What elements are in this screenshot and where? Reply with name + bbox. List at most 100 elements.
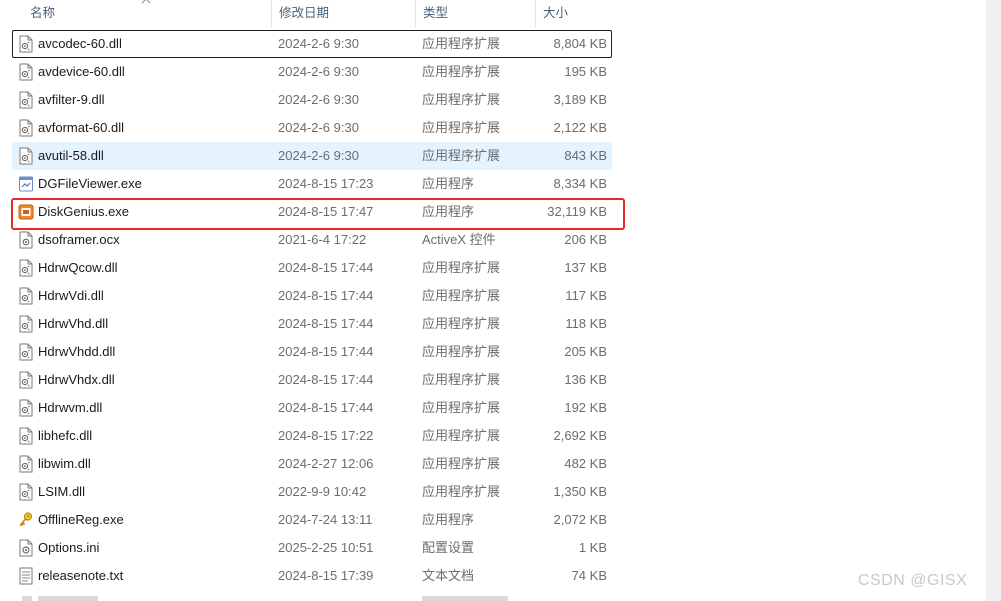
file-name: DiskGenius.exe [38,204,130,219]
txt-file-icon [18,567,34,585]
file-type: 应用程序扩展 [422,36,501,51]
file-row[interactable]: libhefc.dll 2024-8-15 17:22 应用程序扩展 2,692 KB [12,422,612,450]
file-size: 843 KB [564,148,607,163]
file-modified-date: 2024-8-15 17:44 [278,316,374,331]
file-name: avcodec-60.dll [38,36,122,51]
ini-settings-icon [18,539,34,557]
file-size: 3,189 KB [553,92,608,107]
file-row[interactable]: HdrwVhdx.dll 2024-8-15 17:44 应用程序扩展 136 KB [12,366,612,394]
file-name: releasenote.txt [38,568,124,583]
sort-ascending-icon [141,0,151,4]
file-type: 应用程序扩展 [422,288,501,303]
file-row[interactable]: releasenote.txt 2024-8-15 17:39 文本文档 74 KB [12,562,612,590]
dll-file-icon [18,315,34,333]
file-size: 192 KB [564,400,607,415]
file-modified-date: 2024-2-6 9:30 [278,92,359,107]
file-type: 应用程序扩展 [422,260,501,275]
file-modified-date: 2024-8-15 17:44 [278,260,374,275]
file-row[interactable]: avfilter-9.dll 2024-2-6 9:30 应用程序扩展 3,189 K… [12,86,612,114]
file-type: 应用程序扩展 [422,428,501,443]
file-row[interactable]: Hdrwvm.dll 2024-8-15 17:44 应用程序扩展 192 KB [12,394,612,422]
vertical-scrollbar[interactable] [986,0,1001,601]
file-name: avfilter-9.dll [38,92,105,107]
file-size: 117 KB [565,288,607,303]
file-name: DGFileViewer.exe [38,176,142,191]
column-header-size[interactable]: 大小 [535,0,615,28]
file-type: 应用程序扩展 [422,344,501,359]
file-row[interactable]: DiskGenius.exe 2024-8-15 17:47 应用程序 32,119 … [12,198,612,226]
dll-file-icon [18,147,34,165]
file-modified-date: 2024-8-15 17:22 [278,428,374,443]
file-row[interactable]: avdevice-60.dll 2024-2-6 9:30 应用程序扩展 195 KB [12,58,612,86]
exe-generic-icon [18,175,34,193]
file-row[interactable]: HdrwQcow.dll 2024-8-15 17:44 应用程序扩展 137 KB [12,254,612,282]
file-name: libwim.dll [38,456,91,471]
file-name: LSIM.dll [38,484,85,499]
file-row[interactable]: HdrwVhd.dll 2024-8-15 17:44 应用程序扩展 118 KB [12,310,612,338]
file-row[interactable]: avutil-58.dll 2024-2-6 9:30 应用程序扩展 843 KB [12,142,612,170]
file-type: 应用程序扩展 [422,456,501,471]
file-row[interactable]: HdrwVdi.dll 2024-8-15 17:44 应用程序扩展 117 KB [12,282,612,310]
file-modified-date: 2024-2-27 12:06 [278,456,374,471]
file-name: Hdrwvm.dll [38,400,103,415]
file-modified-date: 2024-2-6 9:30 [278,36,359,51]
file-size: 195 KB [564,64,607,79]
dll-file-icon [18,91,34,109]
file-modified-date: 2021-6-4 17:22 [278,232,367,247]
file-type: 应用程序 [422,204,475,219]
file-name: Options.ini [38,540,100,555]
file-name: HdrwVdi.dll [38,288,104,303]
dll-file-icon [18,259,34,277]
file-row[interactable]: OfflineReg.exe 2024-7-24 13:11 应用程序 2,072 K… [12,506,612,534]
file-modified-date: 2024-2-6 9:30 [278,64,359,79]
dll-file-icon [18,455,34,473]
column-header-type-label: 类型 [423,6,449,20]
file-name: avformat-60.dll [38,120,124,135]
ocx-file-icon [18,231,34,249]
file-size: 32,119 KB [547,204,607,219]
file-row[interactable]: HdrwVhdd.dll 2024-8-15 17:44 应用程序扩展 205 KB [12,338,612,366]
file-size: 118 KB [565,316,607,331]
file-explorer: 名称 修改日期 类型 大小 avcodec-60.dll 2024-2-6 9:3… [0,0,1001,601]
file-size: 8,334 KB [553,176,608,191]
file-row[interactable]: DGFileViewer.exe 2024-8-15 17:23 应用程序 8,334… [12,170,612,198]
file-modified-date: 2024-8-15 17:44 [278,344,374,359]
dll-file-icon [18,343,34,361]
dll-file-icon [18,63,34,81]
file-type: 配置设置 [422,540,475,555]
file-type: ActiveX 控件 [422,232,496,247]
file-name: dsoframer.ocx [38,232,120,247]
file-size: 206 KB [564,232,607,247]
file-type: 应用程序 [422,176,475,191]
column-header-name-label: 名称 [30,6,56,20]
dll-file-icon [18,399,34,417]
file-size: 2,072 KB [553,512,608,527]
file-modified-date: 2024-8-15 17:39 [278,568,374,583]
file-row[interactable]: LSIM.dll 2022-9-9 10:42 应用程序扩展 1,350 KB [12,478,612,506]
dll-file-icon [18,427,34,445]
column-header-type[interactable]: 类型 [415,0,535,28]
file-name: HdrwVhdd.dll [38,344,116,359]
file-row[interactable]: dsoframer.ocx 2021-6-4 17:22 ActiveX 控件 206… [12,226,612,254]
file-name: avdevice-60.dll [38,64,125,79]
dll-file-icon [18,371,34,389]
file-size: 8,804 KB [553,36,608,51]
column-header-date-label: 修改日期 [279,6,330,20]
column-header-date[interactable]: 修改日期 [271,0,415,28]
file-row[interactable]: libwim.dll 2024-2-27 12:06 应用程序扩展 482 KB [12,450,612,478]
column-header-size-label: 大小 [543,6,569,20]
file-row[interactable]: Options.ini 2025-2-25 10:51 配置设置 1 KB [12,534,612,562]
file-name: avutil-58.dll [38,148,104,163]
file-size: 136 KB [564,372,607,387]
file-type: 文本文档 [422,568,475,583]
diskgenius-app-icon [18,203,34,221]
file-row[interactable]: avcodec-60.dll 2024-2-6 9:30 应用程序扩展 8,804 K… [12,30,612,58]
file-type: 应用程序扩展 [422,316,501,331]
file-size: 1 KB [578,540,607,555]
file-row[interactable]: avformat-60.dll 2024-2-6 9:30 应用程序扩展 2,122 … [12,114,612,142]
file-list: avcodec-60.dll 2024-2-6 9:30 应用程序扩展 8,804 K… [0,30,616,590]
file-modified-date: 2024-8-15 17:44 [278,372,374,387]
file-modified-date: 2024-2-6 9:30 [278,148,359,163]
file-type: 应用程序扩展 [422,400,501,415]
file-name: OfflineReg.exe [38,512,124,527]
